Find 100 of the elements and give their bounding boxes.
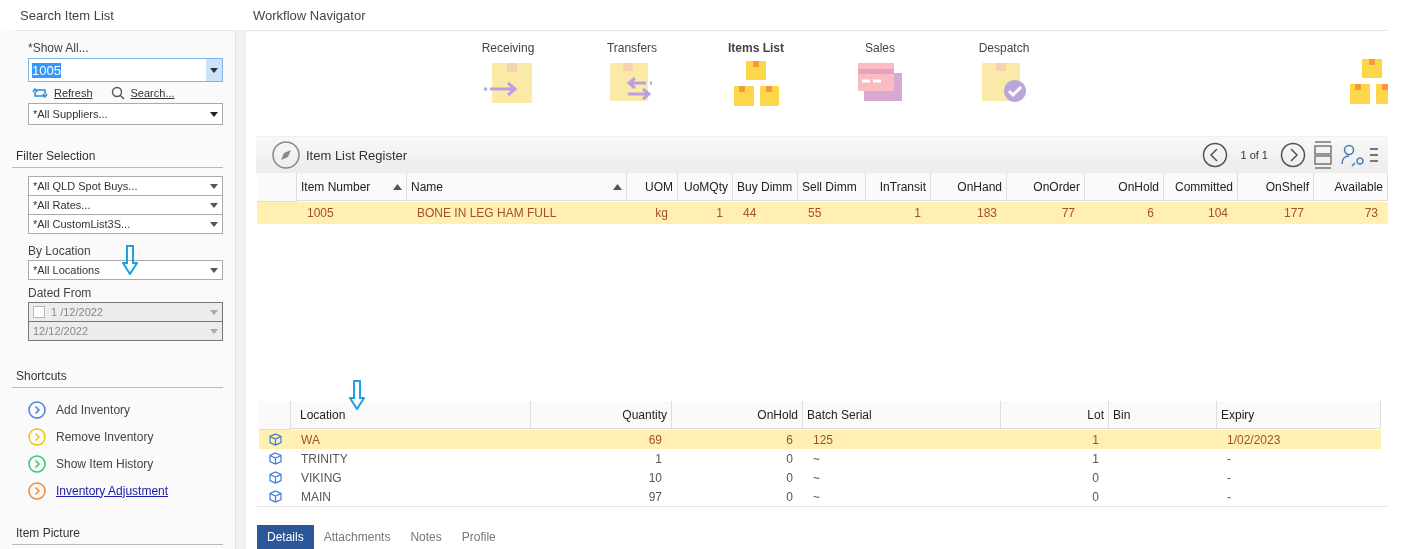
boxes-icon bbox=[732, 61, 780, 107]
filter-select[interactable]: *All Rates... bbox=[28, 195, 223, 215]
dropdown-caret-icon bbox=[210, 67, 218, 73]
tab[interactable]: Profile bbox=[451, 525, 506, 549]
dropdown-caret-icon bbox=[210, 328, 218, 334]
column-header[interactable]: Location bbox=[291, 401, 531, 429]
table-cell: 125 bbox=[803, 430, 1001, 449]
column-header[interactable]: OnShelf bbox=[1238, 173, 1314, 201]
dropdown-caret-icon bbox=[210, 111, 218, 117]
column-header[interactable]: Lot bbox=[1001, 401, 1109, 429]
workflow-item[interactable]: Despatch bbox=[942, 31, 1066, 136]
supplier-select[interactable]: *All Suppliers... bbox=[28, 103, 223, 125]
tab[interactable]: Details bbox=[257, 525, 314, 549]
shortcut-link[interactable]: Show Item History bbox=[28, 450, 223, 477]
box-check-icon bbox=[980, 61, 1028, 105]
table-cell: 1/02/2023 bbox=[1217, 430, 1381, 449]
table-cell: 104 bbox=[1164, 202, 1238, 224]
column-header[interactable]: UoMQty bbox=[678, 173, 733, 201]
table-cell: 77 bbox=[1007, 202, 1085, 224]
filter-select[interactable]: *All CustomList3S... bbox=[28, 214, 223, 234]
column-header[interactable]: Batch Serial bbox=[803, 401, 1001, 429]
column-header[interactable]: Buy Dimm bbox=[733, 173, 798, 201]
table-cell: 55 bbox=[798, 202, 866, 224]
dropdown-caret-icon bbox=[210, 183, 218, 189]
page-indicator: 1 of 1 bbox=[1240, 149, 1268, 161]
previous-button[interactable] bbox=[1202, 142, 1229, 168]
column-header[interactable]: OnHold bbox=[672, 401, 803, 429]
field-label: *Show All... bbox=[28, 41, 90, 55]
location-select[interactable]: *All Locations bbox=[28, 260, 223, 280]
column-header[interactable]: Name bbox=[407, 173, 627, 201]
field-label: Dated From bbox=[28, 286, 93, 300]
table-cell: 183 bbox=[931, 202, 1007, 224]
section-title: Shortcuts bbox=[12, 341, 223, 388]
dropdown-caret-icon bbox=[210, 221, 218, 227]
scrollbar[interactable] bbox=[235, 30, 246, 549]
table-cell: kg bbox=[627, 202, 678, 224]
header-corner bbox=[259, 401, 291, 430]
table-cell: 1 bbox=[678, 202, 733, 224]
down-arrow-icon bbox=[122, 245, 138, 275]
table-cell: 177 bbox=[1238, 202, 1314, 224]
column-header[interactable]: OnOrder bbox=[1007, 173, 1085, 201]
register-title: Item List Register bbox=[306, 147, 409, 163]
shortcut-link[interactable]: Remove Inventory bbox=[28, 423, 223, 450]
dropdown-caret-icon bbox=[210, 202, 218, 208]
box-arrow-icon bbox=[482, 61, 534, 105]
column-header[interactable]: Item Number bbox=[297, 173, 407, 201]
cube-icon bbox=[268, 471, 282, 484]
dropdown-caret-icon bbox=[210, 267, 218, 273]
workflow-item[interactable]: Transfers bbox=[570, 31, 694, 136]
search-icon bbox=[110, 86, 125, 100]
cube-icon bbox=[268, 452, 282, 465]
table-cell: BONE IN LEG HAM FULL bbox=[407, 202, 627, 224]
workflow-item[interactable]: Receiving bbox=[446, 31, 570, 136]
column-header[interactable]: Sell Dimm bbox=[798, 173, 866, 201]
boxes-icon bbox=[1348, 59, 1388, 105]
columns-icon[interactable] bbox=[1312, 141, 1334, 169]
column-header[interactable]: Quantity bbox=[531, 401, 672, 429]
table-cell: 1 bbox=[1001, 430, 1109, 449]
panel-title: Search Item List bbox=[20, 7, 114, 23]
cards-icon bbox=[856, 61, 904, 101]
dropdown-caret-icon bbox=[210, 309, 218, 315]
workflow-item[interactable]: Sales bbox=[818, 31, 942, 136]
cube-icon bbox=[268, 433, 282, 446]
table-cell: 44 bbox=[733, 202, 798, 224]
cube-icon bbox=[268, 490, 282, 503]
table-cell: 73 bbox=[1314, 202, 1388, 224]
section-title: Filter Selection bbox=[12, 125, 223, 168]
refresh-icon bbox=[32, 86, 48, 100]
workflow-item[interactable]: Items List bbox=[694, 31, 818, 136]
panel-title: Workflow Navigator bbox=[253, 7, 366, 23]
checkbox[interactable] bbox=[33, 306, 45, 318]
next-button[interactable] bbox=[1280, 142, 1306, 168]
compass-icon bbox=[272, 141, 300, 169]
column-header[interactable]: OnHold bbox=[1085, 173, 1164, 201]
table-cell: 1005 bbox=[297, 202, 407, 224]
section-title: Item Picture bbox=[12, 504, 223, 545]
shortcut-link[interactable]: Add Inventory bbox=[28, 396, 223, 423]
user-search-icon[interactable] bbox=[1340, 143, 1364, 167]
column-header[interactable]: Expiry bbox=[1217, 401, 1381, 429]
shortcut-link[interactable]: Inventory Adjustment bbox=[28, 477, 223, 504]
tab[interactable]: Attachments bbox=[313, 525, 401, 549]
filter-select[interactable]: *All QLD Spot Buys... bbox=[28, 176, 223, 196]
column-header[interactable]: OnHand bbox=[931, 173, 1007, 201]
table-cell: 6 bbox=[1085, 202, 1164, 224]
column-header[interactable]: Bin bbox=[1109, 401, 1217, 429]
menu-icon[interactable] bbox=[1370, 145, 1378, 165]
tab[interactable]: Notes bbox=[400, 525, 452, 549]
down-arrow-icon bbox=[349, 380, 365, 410]
table-cell: 6 bbox=[672, 430, 803, 449]
refresh-link[interactable]: Refresh bbox=[32, 86, 93, 100]
search-link[interactable]: Search... bbox=[110, 86, 175, 100]
column-header[interactable]: UOM bbox=[627, 173, 678, 201]
sort-icon bbox=[393, 183, 402, 190]
table-cell: 1 bbox=[866, 202, 931, 224]
column-header[interactable]: Available bbox=[1314, 173, 1388, 201]
table-cell: 69 bbox=[531, 430, 672, 449]
table-cell: WA bbox=[291, 430, 531, 449]
column-header[interactable]: InTransit bbox=[866, 173, 931, 201]
column-header[interactable]: Committed bbox=[1164, 173, 1238, 201]
sort-icon bbox=[613, 183, 622, 190]
